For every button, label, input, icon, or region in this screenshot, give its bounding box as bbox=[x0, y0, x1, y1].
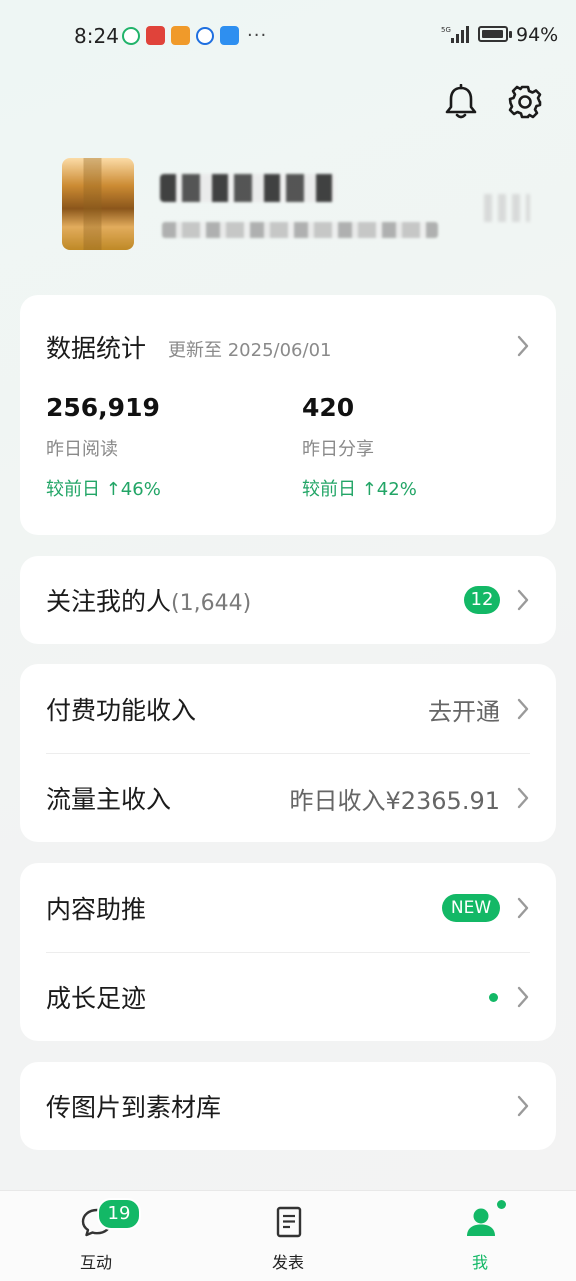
tab-interact[interactable]: 互动 bbox=[26, 1191, 166, 1281]
promo-card: 内容助推 NEW 成长足迹 bbox=[20, 863, 556, 1041]
paid-income-label: 付费功能收入 bbox=[46, 696, 197, 725]
battery-icon bbox=[478, 26, 508, 42]
tab-me[interactable]: 我 bbox=[410, 1191, 550, 1281]
followers-count: (1,644) bbox=[171, 591, 252, 616]
battery-percent: 94% bbox=[516, 24, 559, 46]
shares-value: 420 bbox=[302, 393, 355, 422]
more-notifications-icon: ··· bbox=[247, 25, 268, 46]
reads-value: 256,919 bbox=[46, 393, 160, 422]
me-unread-dot bbox=[497, 1200, 506, 1209]
interact-badge: 19 bbox=[97, 1198, 141, 1230]
reads-delta: 较前日 ↑46% bbox=[46, 479, 161, 500]
followers-row[interactable]: 关注我的人(1,644) 12 bbox=[20, 556, 556, 644]
traffic-income-value: 昨日收入¥2365.91 bbox=[289, 786, 500, 815]
recycle-app-icon bbox=[122, 26, 140, 45]
profile-name-blurred[interactable] bbox=[160, 174, 336, 202]
income-card: 付费功能收入 去开通 流量主收入 昨日收入¥2365.91 bbox=[20, 664, 556, 842]
tab-publish-label: 发表 bbox=[271, 1253, 304, 1272]
tab-me-label: 我 bbox=[471, 1253, 488, 1272]
new-badge: NEW bbox=[442, 894, 500, 922]
stats-updated-date: 更新至 2025/06/01 bbox=[168, 340, 332, 361]
bell-icon[interactable] bbox=[444, 84, 478, 120]
new-followers-badge: 12 bbox=[464, 586, 500, 614]
upload-label: 传图片到素材库 bbox=[46, 1093, 222, 1122]
document-icon bbox=[276, 1206, 302, 1238]
followers-label: 关注我的人(1,644) bbox=[46, 587, 252, 616]
chevron-right-icon bbox=[517, 787, 529, 809]
reads-label: 昨日阅读 bbox=[46, 439, 118, 460]
upload-card[interactable]: 传图片到素材库 bbox=[20, 1062, 556, 1150]
signal-icon: 5G bbox=[441, 26, 469, 43]
shares-delta: 较前日 ↑42% bbox=[302, 479, 417, 500]
paid-feature-income-row[interactable]: 付费功能收入 去开通 bbox=[20, 665, 556, 753]
enable-action: 去开通 bbox=[428, 697, 500, 726]
avatar[interactable] bbox=[62, 158, 134, 250]
growth-footprint-row[interactable]: 成长足迹 bbox=[20, 953, 556, 1041]
upload-to-library-row[interactable]: 传图片到素材库 bbox=[20, 1062, 556, 1150]
stats-title: 数据统计 bbox=[46, 334, 147, 363]
unread-dot bbox=[489, 993, 498, 1002]
status-time: 8:24 bbox=[74, 24, 119, 48]
bottom-nav: 互动 发表 我 bbox=[0, 1190, 576, 1281]
tab-interact-label: 互动 bbox=[79, 1253, 112, 1272]
person-icon bbox=[467, 1208, 495, 1236]
shopping-app-icon bbox=[171, 26, 190, 45]
content-boost-label: 内容助推 bbox=[46, 895, 147, 924]
growth-footprint-label: 成长足迹 bbox=[46, 984, 147, 1013]
chevron-right-icon bbox=[517, 897, 529, 919]
browser-app-icon bbox=[196, 26, 214, 45]
followers-card[interactable]: 关注我的人(1,644) 12 bbox=[20, 556, 556, 644]
game-app-icon bbox=[146, 26, 165, 45]
chevron-right-icon bbox=[517, 589, 529, 611]
notification-icons: ··· bbox=[122, 25, 267, 46]
traffic-income-row[interactable]: 流量主收入 昨日收入¥2365.91 bbox=[20, 754, 556, 842]
stats-card[interactable]: 数据统计 更新至 2025/06/01 256,919 昨日阅读 较前日 ↑46… bbox=[20, 295, 556, 535]
chevron-right-icon bbox=[517, 335, 529, 357]
network-type: 5G bbox=[441, 26, 451, 34]
chevron-right-icon bbox=[517, 698, 529, 720]
status-bar: 8:24 ··· 5G 94% bbox=[0, 0, 576, 68]
tab-publish[interactable]: 发表 bbox=[218, 1191, 358, 1281]
profile-subtitle-blurred bbox=[162, 222, 438, 238]
shares-label: 昨日分享 bbox=[302, 439, 374, 460]
traffic-income-label: 流量主收入 bbox=[46, 785, 172, 814]
gear-icon[interactable] bbox=[507, 84, 543, 120]
search-app-icon bbox=[220, 26, 239, 45]
chevron-right-icon bbox=[517, 986, 529, 1008]
content-boost-row[interactable]: 内容助推 NEW bbox=[20, 864, 556, 952]
chevron-right-icon bbox=[517, 1095, 529, 1117]
profile-side-info-blurred[interactable] bbox=[484, 194, 530, 222]
